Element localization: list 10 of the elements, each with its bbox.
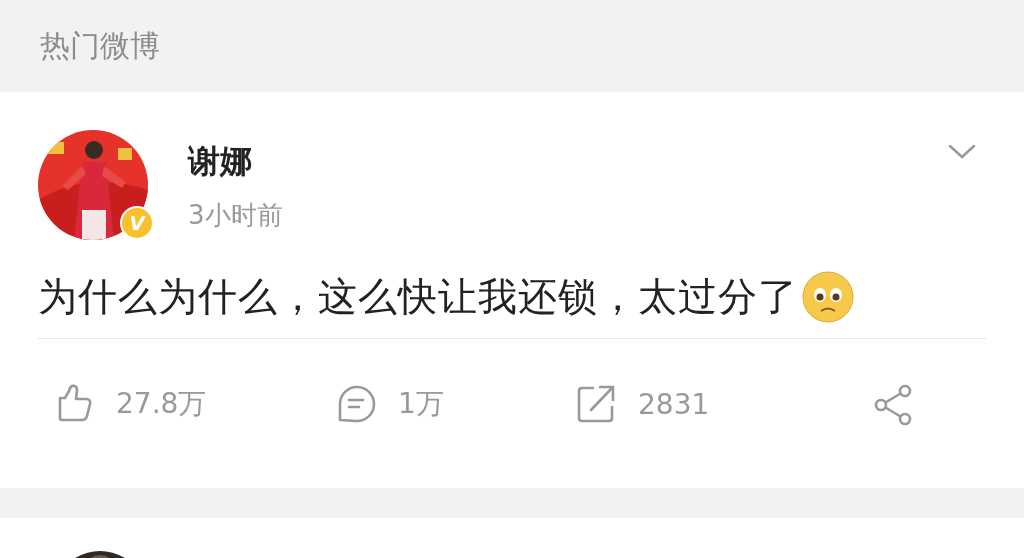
action-count: 1万 — [398, 386, 444, 422]
sad-emoji-icon — [802, 271, 854, 323]
section-title: 热门微博 — [40, 26, 160, 65]
post-text: 为什么为什么，这么快让我还锁，太过分了 — [38, 273, 798, 321]
chevron-down-icon[interactable] — [948, 144, 976, 160]
post-time: 3小时前 — [188, 199, 284, 232]
author-name[interactable]: 谢娜 — [188, 140, 948, 184]
verified-badge: V — [120, 206, 154, 240]
action-count: 27.8万 — [116, 386, 207, 422]
action-count: 2831 — [638, 387, 710, 421]
